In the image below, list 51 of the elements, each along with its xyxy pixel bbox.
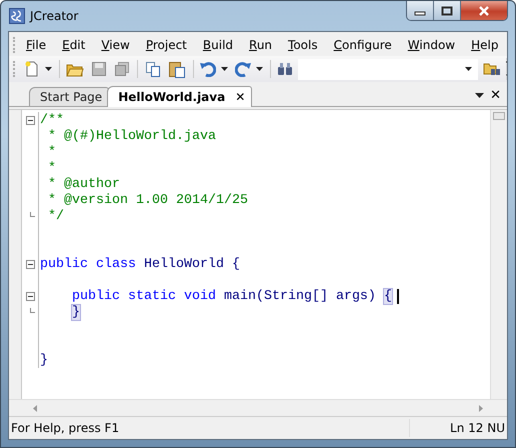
code-line: *	[46, 144, 56, 160]
cursor-position: Ln 12 NU	[450, 421, 506, 435]
copy-icon[interactable]	[144, 61, 161, 77]
dropdown-arrow-icon[interactable]	[45, 67, 52, 71]
menu-item[interactable]: Run	[242, 38, 282, 52]
dropdown-arrow-icon[interactable]	[256, 67, 263, 71]
menu-item[interactable]: Window	[400, 38, 464, 52]
menu-item[interactable]: Configure	[326, 38, 401, 52]
tab-list-dropdown-icon[interactable]	[475, 92, 484, 98]
redo-icon[interactable]	[234, 61, 251, 77]
vertical-scrollbar[interactable]	[490, 110, 507, 399]
menu-item[interactable]: Tools	[281, 38, 327, 52]
menu-item[interactable]: Build	[196, 38, 242, 52]
menu-item[interactable]: File	[19, 38, 56, 52]
collapse-icon[interactable]	[26, 260, 34, 268]
status-message: For Help, press F1	[10, 421, 120, 435]
save-all-icon[interactable]	[114, 61, 130, 77]
paste-icon[interactable]	[168, 60, 186, 78]
maximize-button[interactable]	[434, 1, 461, 20]
code-line: }	[40, 352, 48, 368]
code-line: public class HelloWorld {	[40, 256, 240, 272]
close-icon	[478, 6, 490, 16]
window-title: JCreator	[30, 9, 78, 23]
menu-item[interactable]: Edit	[55, 38, 94, 52]
code-line: * @author	[46, 176, 120, 192]
menu-item[interactable]: Help	[464, 38, 508, 52]
close-button[interactable]	[461, 1, 507, 20]
code-line: /**	[40, 112, 64, 128]
code-line: * @version 1.00 2014/1/25	[46, 192, 248, 208]
find-in-files-icon[interactable]	[482, 61, 501, 77]
binoculars-icon[interactable]	[276, 61, 293, 77]
code-line: */	[46, 208, 64, 224]
code-line: * @(#)HelloWorld.java	[46, 128, 216, 144]
app-icon	[9, 8, 25, 24]
undo-icon[interactable]	[200, 61, 216, 77]
menu-item[interactable]: View	[94, 38, 139, 52]
code-line: *	[46, 160, 56, 176]
new-file-icon[interactable]	[24, 61, 40, 77]
dropdown-arrow-icon	[464, 67, 472, 71]
editor-tab[interactable]: Start Page	[29, 87, 110, 106]
collapse-icon[interactable]	[26, 116, 34, 124]
maximize-icon	[441, 6, 453, 16]
code-line: public static void main(String[] args) {	[70, 288, 392, 304]
save-icon[interactable]	[91, 61, 108, 77]
close-icon[interactable]: ✕	[490, 88, 501, 102]
menu-item[interactable]: Project	[138, 38, 196, 52]
collapse-icon[interactable]	[26, 292, 34, 300]
minimize-button[interactable]	[407, 1, 434, 20]
dropdown-arrow-icon[interactable]	[220, 67, 228, 71]
close-tab-icon[interactable]: ✕	[235, 90, 246, 104]
editor-tab[interactable]: HelloWorld.java ✕	[107, 86, 252, 107]
